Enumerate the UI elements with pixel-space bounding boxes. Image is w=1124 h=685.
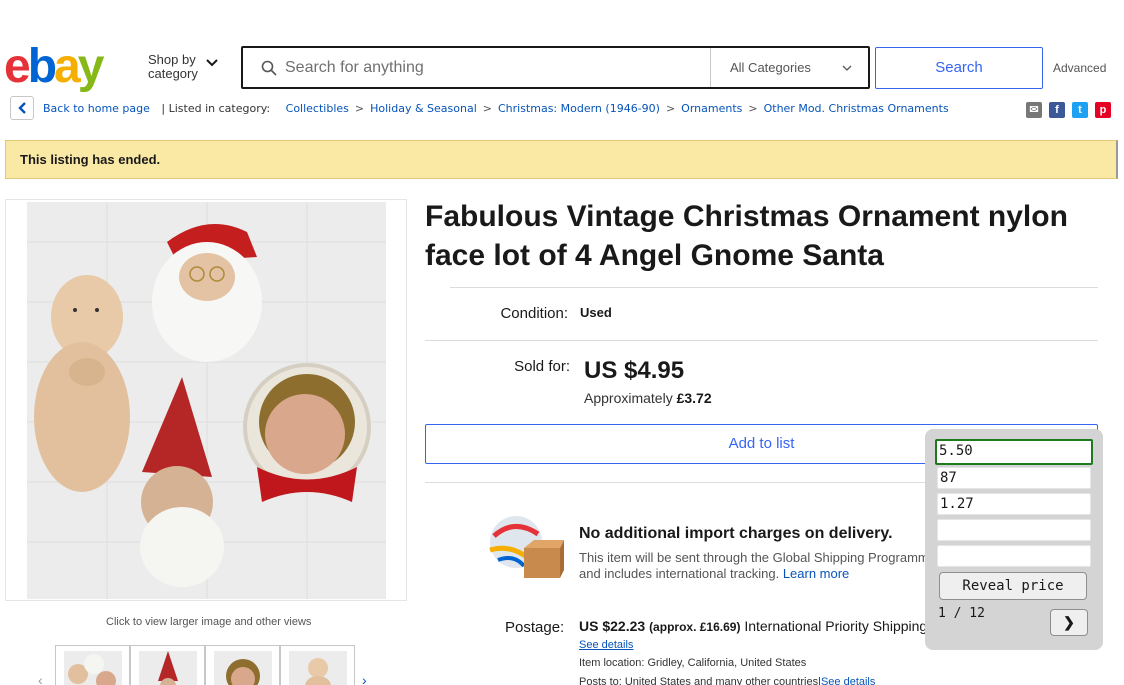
category-select-value: All Categories <box>730 60 811 75</box>
search-button[interactable]: Search <box>875 47 1043 89</box>
breadcrumb-separator: > <box>354 102 365 115</box>
thumbnail[interactable] <box>280 645 355 685</box>
no-import-charges-title: No additional import charges on delivery… <box>579 525 893 542</box>
posts-to: Posts to: United States and many other c… <box>579 676 875 685</box>
price-field[interactable]: 5.50 <box>935 439 1093 465</box>
shop-by-line2: category <box>148 66 198 81</box>
thumbnail[interactable] <box>205 645 280 685</box>
thumbnail[interactable] <box>55 645 130 685</box>
approx-prefix: Approximately <box>584 390 673 406</box>
breadcrumb-christmas-modern[interactable]: Christmas: Modern (1946-90) <box>498 102 660 115</box>
chevron-left-icon <box>18 102 26 114</box>
see-details-link[interactable]: See details <box>579 639 633 651</box>
posts-to-value: United States and many other countries <box>624 676 819 685</box>
price-field[interactable] <box>937 545 1091 567</box>
next-button[interactable]: ❯ <box>1050 609 1088 636</box>
listing-ended-banner: This listing has ended. <box>5 140 1118 179</box>
pinterest-icon[interactable]: p <box>1095 102 1111 118</box>
search-icon <box>261 60 277 76</box>
breadcrumb-separator: > <box>748 102 758 115</box>
item-location: Item location: Gridley, California, Unit… <box>579 657 806 669</box>
postage-value: US $22.23 (approx. £16.69) International… <box>579 618 927 634</box>
price-field[interactable] <box>937 519 1091 541</box>
sold-for-label: Sold for: <box>514 358 570 375</box>
item-location-label: Item location: <box>579 657 645 669</box>
posts-to-see-details-link[interactable]: See details <box>821 676 875 685</box>
search-input[interactable] <box>285 48 705 87</box>
thumbnail[interactable] <box>130 645 205 685</box>
reveal-price-button[interactable]: Reveal price <box>939 572 1087 600</box>
posts-to-label: Posts to: <box>579 676 622 685</box>
svg-text:ebay: ebay <box>4 42 105 92</box>
email-icon[interactable]: ✉ <box>1026 102 1042 118</box>
condition-value: Used <box>580 305 612 320</box>
thumbnail-image <box>64 651 122 685</box>
pager-indicator: 1 / 12 <box>938 606 985 621</box>
price-field[interactable]: 1.27 <box>937 493 1091 515</box>
global-shipping-icon <box>489 516 564 578</box>
shipping-description: This item will be sent through the Globa… <box>579 550 939 582</box>
listing-title: Fabulous Vintage Christmas Ornament nylo… <box>425 200 1068 272</box>
listed-in-label: | Listed in category: <box>161 102 271 115</box>
price-field[interactable]: 87 <box>937 467 1091 489</box>
chevron-down-icon <box>842 65 852 71</box>
search-bar: All Categories <box>241 46 870 89</box>
approx-value: £3.72 <box>676 390 712 406</box>
product-image[interactable] <box>27 202 386 599</box>
category-select[interactable]: All Categories <box>710 48 868 87</box>
shipping-description-text: This item will be sent through the Globa… <box>579 550 936 581</box>
postage-approx: (approx. £16.69) <box>649 620 741 634</box>
thumb-next-icon[interactable]: › <box>362 672 367 685</box>
learn-more-link[interactable]: Learn more <box>783 566 849 581</box>
breadcrumb-other-mod[interactable]: Other Mod. Christmas Ornaments <box>764 102 949 115</box>
approx-price: Approximately £3.72 <box>584 390 712 406</box>
postage-method: International Priority Shipping <box>744 618 928 634</box>
breadcrumb-holiday[interactable]: Holiday & Seasonal <box>370 102 477 115</box>
breadcrumb-ornaments[interactable]: Ornaments <box>681 102 742 115</box>
breadcrumb-collectibles[interactable]: Collectibles <box>286 102 349 115</box>
chevron-down-icon <box>206 59 218 67</box>
facebook-icon[interactable]: f <box>1049 102 1065 118</box>
thumbnail-image <box>139 651 197 685</box>
divider <box>425 340 1098 341</box>
image-caption: Click to view larger image and other vie… <box>106 616 312 628</box>
twitter-icon[interactable]: t <box>1072 102 1088 118</box>
thumb-prev-icon[interactable]: ‹ <box>38 672 43 685</box>
image-viewer <box>5 199 407 601</box>
shop-by-line1: Shop by <box>148 52 196 67</box>
breadcrumb-separator: > <box>665 102 676 115</box>
postage-price: US $22.23 <box>579 618 646 634</box>
sold-price: US $4.95 <box>584 357 685 384</box>
thumbnail-image <box>289 651 347 685</box>
postage-label: Postage: <box>505 619 565 636</box>
shop-by-category[interactable]: Shop by category <box>148 52 218 81</box>
banner-message: This listing has ended. <box>20 152 161 167</box>
back-button[interactable] <box>10 96 34 120</box>
advanced-search-link[interactable]: Advanced <box>1053 61 1106 75</box>
breadcrumb: Back to home page | Listed in category: … <box>43 102 949 115</box>
back-to-home-link[interactable]: Back to home page <box>43 102 150 115</box>
breadcrumb-separator: > <box>482 102 492 115</box>
ebay-logo[interactable]: ebay <box>4 42 124 92</box>
thumbnail-image <box>214 651 272 685</box>
condition-label: Condition: <box>500 305 568 322</box>
item-location-value: Gridley, California, United States <box>647 657 807 669</box>
reveal-price-panel: 5.50 87 1.27 Reveal price 1 / 12 ❯ <box>925 429 1103 650</box>
divider <box>450 287 1098 288</box>
